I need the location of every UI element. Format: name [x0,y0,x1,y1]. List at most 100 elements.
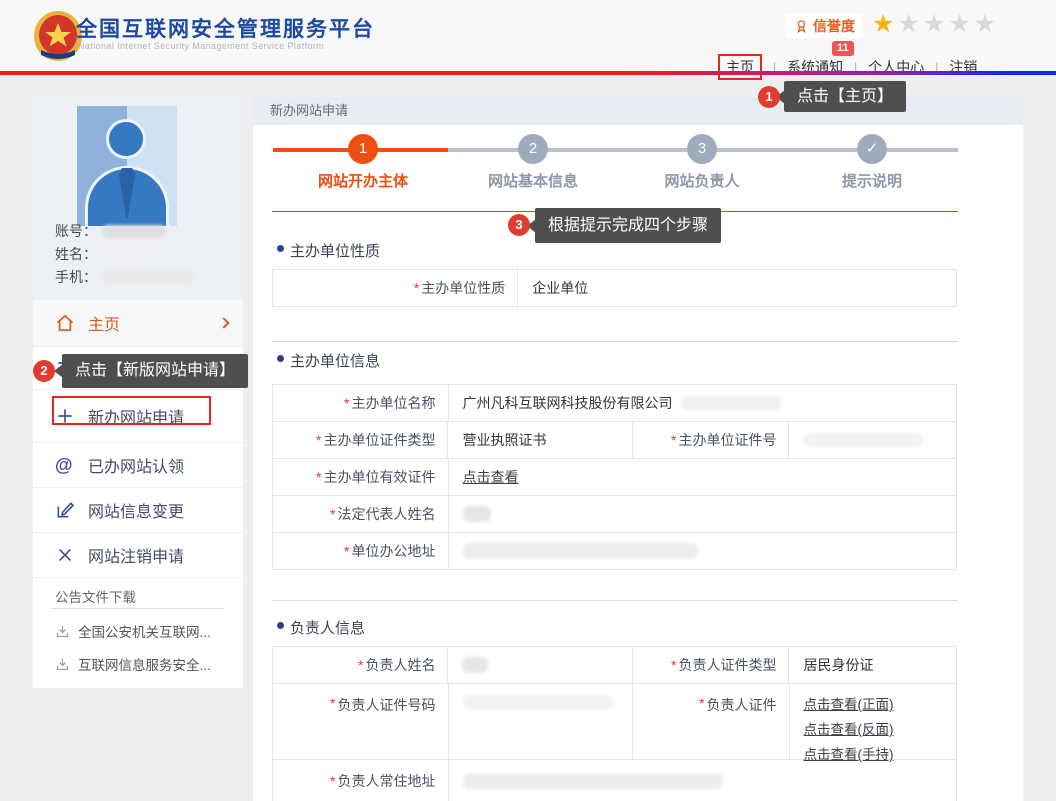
step-2-circle: 2 [518,134,548,164]
avatar [77,106,177,226]
downloads-divider [52,608,224,609]
annotation-3-tooltip: 根据提示完成四个步骤 [535,208,721,243]
step-3-circle: 3 [687,134,717,164]
step-1-circle: 1 [348,134,378,164]
edit-icon [55,500,75,520]
field-label: *负责人证件号码 [273,684,449,759]
sidebar-item-website-info-change[interactable]: 网站信息变更 [33,488,243,533]
field-label: * 主办单位性质 [273,270,518,306]
table-row: *主办单位名称 广州凡科互联网科技股份有限公司 [273,385,956,422]
unit-info-table: *主办单位名称 广州凡科互联网科技股份有限公司 *主办单位证件类型 营业执照证书… [272,384,957,570]
name-label: 姓名： [55,244,97,264]
required-marker: * [414,280,419,296]
download-link[interactable]: 互联网信息服务安全... [55,654,211,674]
sidebar-item-label: 新办网站申请 [88,404,184,428]
section-title-principal: 负责人信息 [290,617,365,638]
field-value [789,422,956,458]
download-icon [55,657,70,672]
plus-icon [55,406,75,426]
home-icon [55,313,75,333]
field-value [449,760,957,801]
account-value-redacted [102,225,166,238]
field-value: 营业执照证书 [448,422,632,458]
star-rating: ★★★★★ [872,9,999,39]
field-label: *单位办公地址 [273,533,449,569]
header-gradient-bar [0,71,1056,75]
sidebar-item-new-website-application[interactable]: 新办网站申请 [33,390,243,443]
account-label: 账号： [55,221,97,241]
nav-home[interactable]: 主页 [718,54,762,80]
redacted-value [463,773,723,789]
section-divider [272,600,958,601]
profile-card: 账号： 姓名： 手机： [33,97,243,300]
annotation-2-number: 2 [33,360,55,382]
redacted-value [681,396,781,410]
platform-title: 全国互联网安全管理服务平台 [76,13,375,43]
table-row: *负责人常住地址 [273,760,956,801]
sidebar-item-label: 网站注销申请 [88,543,184,567]
top-nav: 主页 | 系统通知 | 个人中心 | 注销 [718,54,977,80]
view-id-back-link[interactable]: 点击查看(反面) [804,718,894,738]
sidebar-item-claim-website[interactable]: @ 已办网站认领 [33,443,243,488]
chevron-right-icon [218,317,229,328]
star-empty-icon: ★ [948,10,973,38]
star-empty-icon: ★ [923,10,948,38]
field-value [449,533,957,569]
profile-phone-row: 手机： [55,267,194,287]
star-empty-icon: ★ [974,10,999,38]
section-divider [272,341,958,342]
field-label: *负责人常住地址 [273,760,449,801]
field-label: *主办单位证件类型 [273,422,448,458]
top-header: 全国互联网安全管理服务平台 National Internet Security… [0,0,1056,71]
redacted-value [803,433,923,447]
field-value [449,684,633,759]
star-empty-icon: ★ [897,10,922,38]
credibility-link[interactable]: 信誉度 [786,14,863,38]
field-label: *主办单位证件号 [633,422,790,458]
redacted-value [463,506,491,522]
field-value: 广州凡科互联网科技股份有限公司 [449,385,957,421]
sidebar-item-home[interactable]: 主页 [33,300,243,347]
field-label: *负责人姓名 [273,647,448,683]
table-row: *单位办公地址 [273,533,956,569]
profile-account-row: 账号： [55,221,166,241]
step-3-label: 网站负责人 [637,170,767,191]
step-1-label: 网站开办主体 [298,170,428,191]
main-panel: 新办网站申请 1 2 3 ✓ 网站开办主体 网站基本信息 网站负责人 提示说明 … [253,97,1023,801]
name-value-redacted [102,248,158,261]
section-title-unit-nature: 主办单位性质 [290,240,380,261]
annotation-1-number: 1 [758,86,780,108]
download-link-label: 全国公安机关互联网... [78,621,211,641]
view-certificate-link[interactable]: 点击查看 [463,467,519,487]
credibility-label: 信誉度 [813,16,855,36]
field-label: *主办单位名称 [273,385,449,421]
page-title: 新办网站申请 [253,97,1023,125]
table-row: *主办单位有效证件 点击查看 [273,459,956,496]
field-label: *主办单位有效证件 [273,459,449,495]
step-4-label: 提示说明 [807,170,937,191]
step-4-circle: ✓ [857,134,887,164]
annotation-3-number: 3 [508,214,530,236]
phone-label: 手机： [55,267,97,287]
sidebar-item-website-cancellation[interactable]: 网站注销申请 [33,533,243,578]
download-icon [55,624,70,639]
star-filled-icon: ★ [872,10,897,38]
view-id-front-link[interactable]: 点击查看(正面) [804,693,894,713]
download-link[interactable]: 全国公安机关互联网... [55,621,211,641]
table-row: * 主办单位性质 企业单位 [273,270,956,306]
unit-nature-table: * 主办单位性质 企业单位 [272,269,957,307]
principal-info-table: *负责人姓名 *负责人证件类型 居民身份证 *负责人证件号码 *负责人证 [272,646,957,801]
platform-subtitle: National Internet Security Management Se… [78,41,324,51]
phone-value-redacted [102,271,194,284]
field-value: 居民身份证 [789,647,956,683]
field-value [449,496,957,532]
field-label: *法定代表人姓名 [273,496,449,532]
annotation-1-tooltip: 点击【主页】 [784,81,906,112]
section-title-unit-info: 主办单位信息 [290,350,380,371]
page: 全国互联网安全管理服务平台 National Internet Security… [0,0,1056,801]
table-row: *法定代表人姓名 [273,496,956,533]
table-row: *负责人证件号码 *负责人证件 点击查看(正面) 点击查看(反面) 点击查看(手… [273,684,956,760]
field-value: 点击查看 [449,459,957,495]
sidebar: 账号： 姓名： 手机： 主页 [33,97,243,688]
field-value: 企业单位 [518,270,956,306]
